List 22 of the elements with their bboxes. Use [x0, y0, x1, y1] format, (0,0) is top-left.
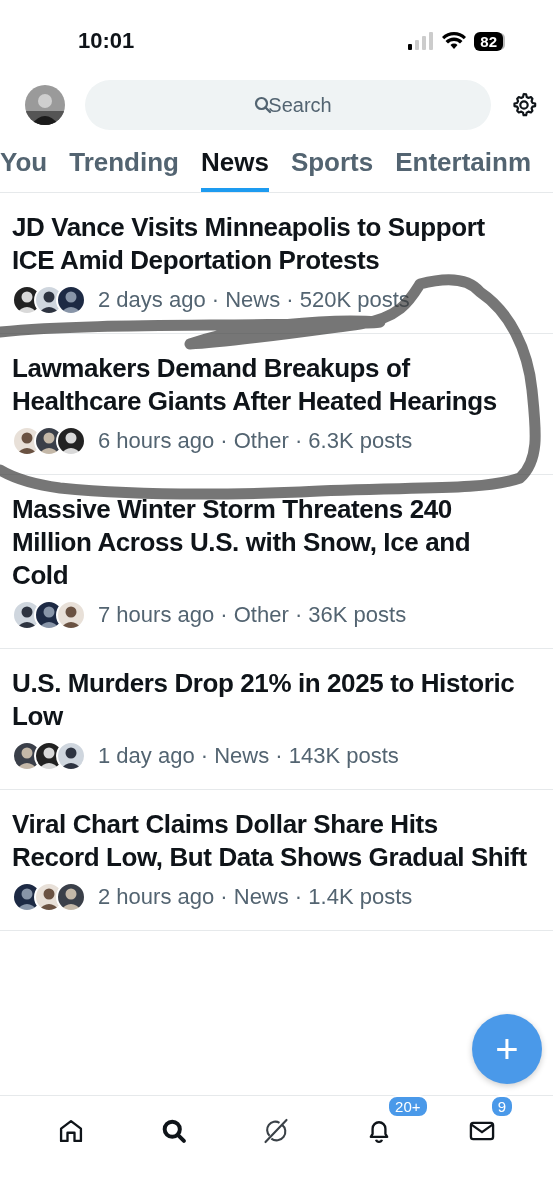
story-meta: 7 hours ago · Other · 36K posts: [98, 602, 407, 628]
story-title[interactable]: U.S. Murders Drop 21% in 2025 to Historic Low: [12, 667, 527, 733]
signal-icon: [408, 32, 435, 50]
story-meta: 1 day ago · News · 143K posts: [98, 743, 399, 769]
story-title[interactable]: Massive Winter Storm Threatens 240 Million Across U.S. with Snow, Ice and Cold: [12, 493, 527, 592]
settings-icon[interactable]: [511, 92, 537, 118]
search-field[interactable]: Search: [85, 80, 491, 130]
status-time: 10:01: [78, 28, 135, 54]
notification-badge: 9: [489, 1095, 514, 1118]
battery-indicator: 82: [474, 31, 503, 51]
story-meta: 6 hours ago · Other · 6.3K posts: [98, 428, 413, 454]
tab[interactable]: Entertainm: [395, 136, 532, 192]
wifi-icon: [442, 32, 467, 50]
story-title[interactable]: JD Vance Visits Minneapolis to Support ICE Amid Deportation Protests: [12, 211, 527, 277]
tab[interactable]: News: [200, 136, 269, 192]
story-meta: 2 hours ago · News · 1.4K posts: [98, 884, 413, 910]
story-title[interactable]: Lawmakers Demand Breakups of Healthcare Giants After Heated Hearings: [12, 352, 527, 418]
tab[interactable]: Trending: [69, 136, 179, 192]
tab[interactable]: Sports: [290, 136, 374, 192]
story-title[interactable]: Viral Chart Claims Dollar Share Hits Record Low, But Data Shows Gradual Shift: [12, 808, 527, 874]
notification-badge: 20+: [387, 1095, 429, 1118]
tab[interactable]: You: [0, 136, 48, 192]
